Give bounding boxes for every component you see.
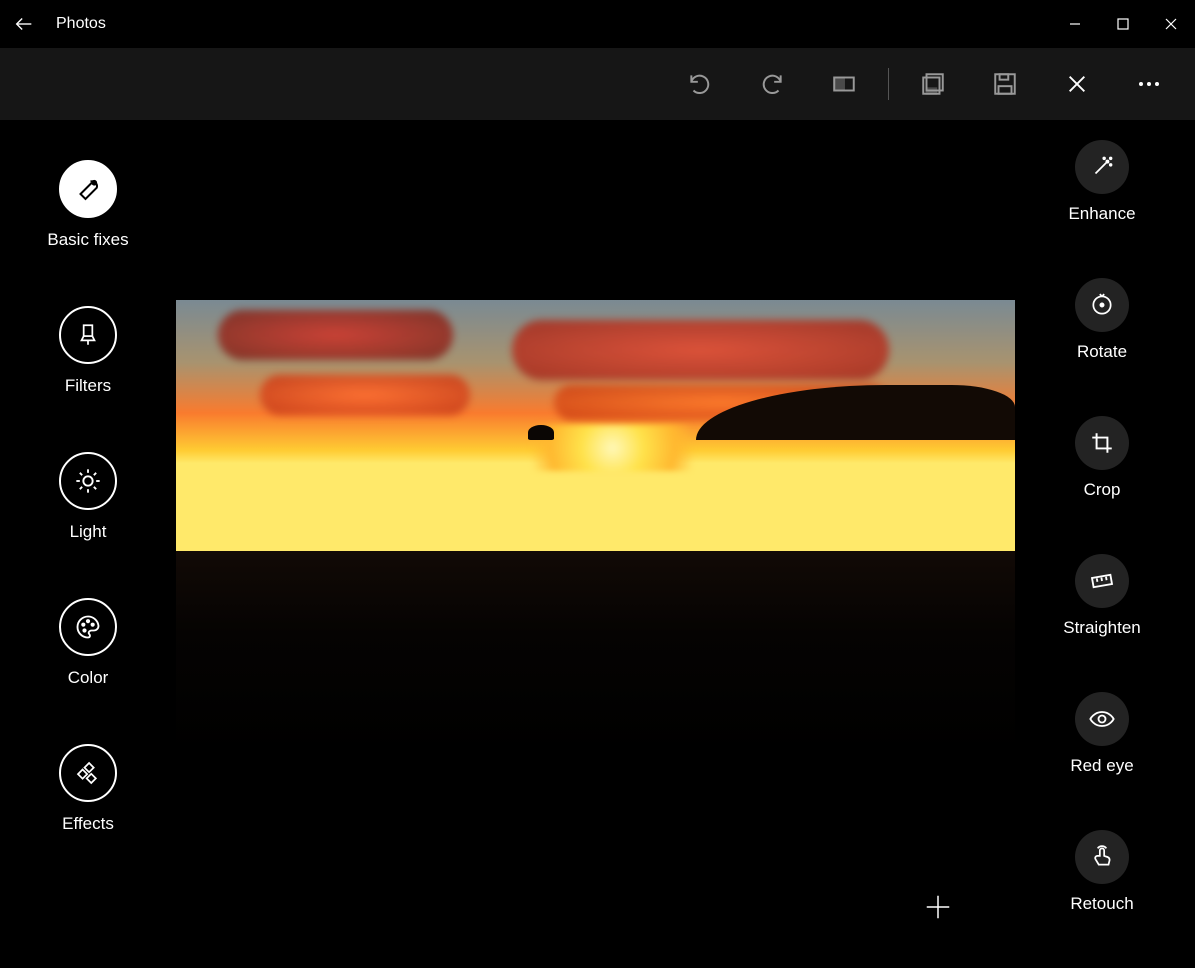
tab-effects[interactable]: Effects [59, 744, 117, 834]
editor-toolbar [0, 48, 1195, 120]
tab-label: Light [70, 522, 107, 542]
wand-icon [1089, 154, 1115, 180]
save-button[interactable] [969, 48, 1041, 120]
tool-retouch[interactable]: Retouch [1070, 830, 1133, 914]
tool-label: Crop [1084, 480, 1121, 500]
save-copy-button[interactable] [897, 48, 969, 120]
redo-button[interactable] [736, 48, 808, 120]
tool-label: Rotate [1077, 342, 1127, 362]
compare-button[interactable] [808, 48, 880, 120]
sun-icon [74, 467, 102, 495]
tool-rotate[interactable]: Rotate [1075, 278, 1129, 362]
right-sidebar: Enhance Rotate Crop Straighten Red eye R… [1017, 140, 1187, 968]
back-button[interactable] [0, 0, 48, 48]
rotate-icon [1089, 292, 1115, 318]
tab-label: Filters [65, 376, 111, 396]
tab-label: Effects [62, 814, 114, 834]
eye-icon [1088, 705, 1116, 733]
tab-light[interactable]: Light [59, 452, 117, 542]
tool-label: Straighten [1063, 618, 1141, 638]
wrench-icon [73, 174, 103, 204]
more-button[interactable] [1113, 48, 1185, 120]
maximize-button[interactable] [1099, 0, 1147, 48]
crop-icon [1089, 430, 1115, 456]
tab-filters[interactable]: Filters [59, 306, 117, 396]
tool-straighten[interactable]: Straighten [1063, 554, 1141, 638]
cancel-button[interactable] [1041, 48, 1113, 120]
tab-basic-fixes[interactable]: Basic fixes [47, 160, 128, 250]
titlebar: Photos [0, 0, 1195, 48]
straighten-icon [1088, 567, 1116, 595]
brush-icon [75, 322, 101, 348]
photo-ground [176, 551, 1015, 756]
tool-label: Enhance [1068, 204, 1135, 224]
editor-main: Basic fixes Filters Light Color Effects … [0, 120, 1195, 947]
tab-color[interactable]: Color [59, 598, 117, 688]
tab-label: Color [68, 668, 109, 688]
toolbar-separator [888, 68, 889, 100]
tool-red-eye[interactable]: Red eye [1070, 692, 1133, 776]
sparkles-icon [75, 760, 101, 786]
undo-button[interactable] [664, 48, 736, 120]
minimize-button[interactable] [1051, 0, 1099, 48]
image-canvas[interactable] [176, 300, 1015, 756]
tool-label: Retouch [1070, 894, 1133, 914]
tool-crop[interactable]: Crop [1075, 416, 1129, 500]
left-sidebar: Basic fixes Filters Light Color Effects [0, 160, 176, 890]
tool-enhance[interactable]: Enhance [1068, 140, 1135, 224]
add-button[interactable] [910, 879, 966, 935]
tab-label: Basic fixes [47, 230, 128, 250]
app-title: Photos [48, 15, 106, 33]
photo-sky [176, 300, 1015, 551]
tool-label: Red eye [1070, 756, 1133, 776]
touch-icon [1089, 844, 1115, 870]
palette-icon [74, 613, 102, 641]
close-window-button[interactable] [1147, 0, 1195, 48]
